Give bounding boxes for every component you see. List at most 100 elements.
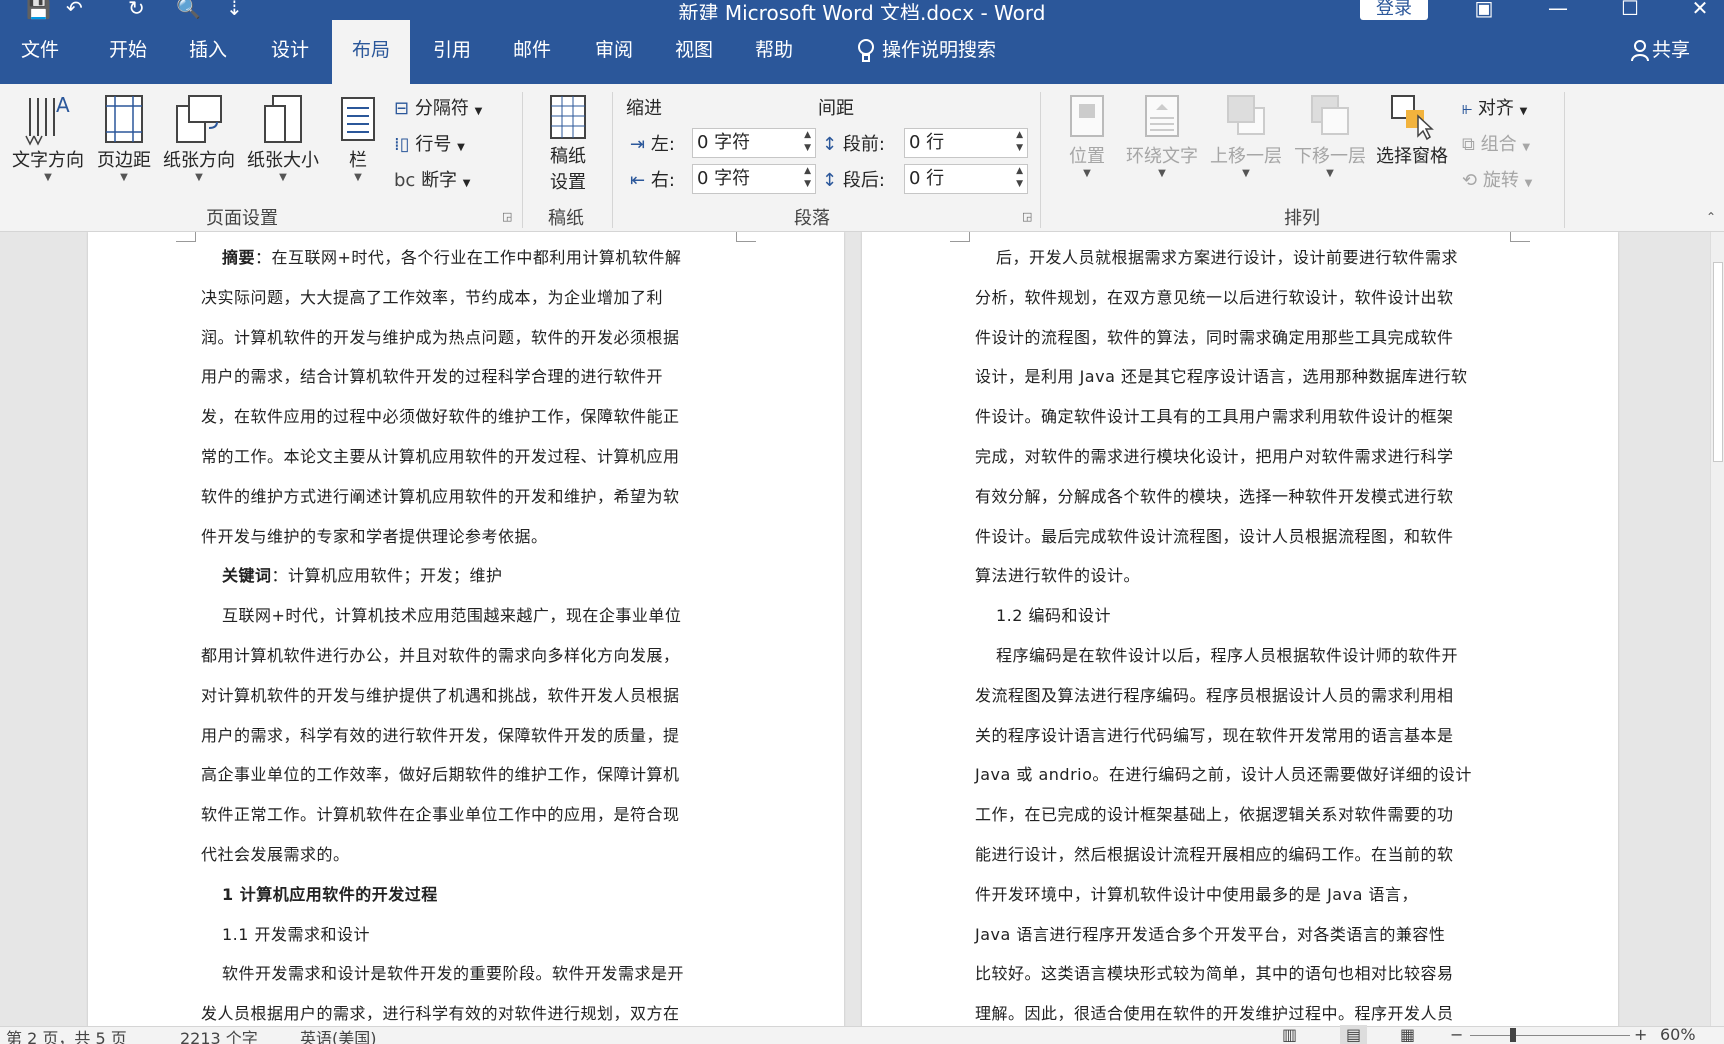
dialog-launcher-icon[interactable]: ◲ <box>1022 210 1032 223</box>
tab-mailings[interactable]: 邮件 <box>492 20 572 84</box>
document-line[interactable]: 关的程序设计语言进行代码编写，现在软件开发常用的语言基本是 <box>975 722 1454 746</box>
maximize-button[interactable]: ☐ <box>1600 0 1660 20</box>
document-page[interactable]: 摘要：在互联网+时代，各个行业在工作中都利用计算机软件解决实际问题，大大提高了工… <box>88 232 844 1026</box>
align-button[interactable]: ⫦ 对齐 ▼ <box>1462 94 1527 120</box>
document-line[interactable]: 软件的维护方式进行阐述计算机应用软件的开发和维护，希望为软 <box>201 483 680 507</box>
document-area[interactable]: 摘要：在互联网+时代，各个行业在工作中都利用计算机软件解决实际问题，大大提高了工… <box>0 232 1710 1026</box>
zoom-slider[interactable] <box>1470 1035 1630 1036</box>
document-line[interactable]: 代社会发展需求的。 <box>201 841 350 865</box>
web-layout-icon[interactable]: ▦ <box>1400 1025 1415 1044</box>
document-line[interactable]: 1.2 编码和设计 <box>996 602 1111 626</box>
document-line[interactable]: 对计算机软件的开发与维护提供了机遇和挑战，软件开发人员根据 <box>201 682 680 706</box>
bring-forward-button[interactable]: 上移一层 ▼ <box>1204 92 1288 179</box>
document-line[interactable]: 用户的需求，结合计算机软件开发的过程科学合理的进行软件开 <box>201 363 663 387</box>
document-line[interactable]: 发流程图及算法进行程序编码。程序员根据设计人员的需求利用相 <box>975 682 1454 706</box>
print-layout-icon[interactable]: ▤ <box>1340 1025 1368 1044</box>
spinner-arrows-icon[interactable]: ▲ ▼ <box>1016 129 1023 155</box>
document-line[interactable]: 发，在软件应用的过程中必须做好软件的维护工作，保障软件能正 <box>201 403 680 427</box>
document-line[interactable]: 软件开发需求和设计是软件开发的重要阶段。软件开发需求是开 <box>222 960 684 984</box>
document-line[interactable]: 后，开发人员就根据需求方案进行设计，设计前要进行软件需求 <box>996 244 1458 268</box>
group-button[interactable]: ⧉ 组合 ▼ <box>1462 130 1530 156</box>
document-line[interactable]: Java 语言进行程序开发适合多个开发平台，对各类语言的兼容性 <box>975 921 1445 945</box>
document-line[interactable]: 都用计算机软件进行办公，并且对软件的需求向多样化方向发展， <box>201 642 680 666</box>
scrollbar-thumb[interactable] <box>1713 262 1723 462</box>
breaks-button[interactable]: ⊟ 分隔符 ▼ <box>394 94 482 120</box>
spinner-arrows-icon[interactable]: ▲ ▼ <box>804 129 811 155</box>
document-line[interactable]: 常的工作。本论文主要从计算机应用软件的开发过程、计算机应用 <box>201 443 680 467</box>
document-line[interactable]: 设计，是利用 Java 还是其它程序设计语言，选用那种数据库进行软 <box>975 363 1467 387</box>
document-line[interactable]: 分析，软件规划，在双方意见统一以后进行软设计，软件设计出软 <box>975 284 1454 308</box>
selection-pane-button[interactable]: 选择窗格 <box>1372 92 1452 168</box>
rotate-button[interactable]: ⟲ 旋转 ▼ <box>1462 166 1532 192</box>
tab-file[interactable]: 文件 <box>0 20 80 84</box>
spacing-after-input[interactable]: 0 行 ▲ ▼ <box>904 164 1028 194</box>
document-line[interactable]: 发人员根据用户的需求，进行科学有效的对软件进行规划，双方在 <box>201 1000 680 1024</box>
margins-button[interactable]: 页边距 ▼ <box>92 92 156 183</box>
document-line[interactable]: 件设计。最后完成软件设计流程图，设计人员根据流程图，和软件 <box>975 523 1454 547</box>
tab-home[interactable]: 开始 <box>88 20 168 84</box>
spinner-arrows-icon[interactable]: ▲ ▼ <box>1016 165 1023 191</box>
document-line[interactable]: 有效分解，分解成各个软件的模块，选择一种软件开发模式进行软 <box>975 483 1454 507</box>
page-count[interactable]: 第 2 页，共 5 页 <box>6 1025 127 1044</box>
spacing-before-input[interactable]: 0 行 ▲ ▼ <box>904 128 1028 158</box>
language-indicator[interactable]: 英语(美国) <box>300 1025 377 1044</box>
tab-references[interactable]: 引用 <box>412 20 492 84</box>
zoom-slider-thumb[interactable] <box>1510 1028 1516 1042</box>
minimize-button[interactable]: — <box>1528 0 1588 20</box>
document-line[interactable]: 1.1 开发需求和设计 <box>222 921 370 945</box>
document-line[interactable]: 工作，在已完成的设计框架基础上，依据逻辑关系对软件需要的功 <box>975 801 1454 825</box>
document-line[interactable]: 润。计算机软件的开发与维护成为热点问题，软件的开发必须根据 <box>201 324 680 348</box>
document-line[interactable]: 理解。因此，很适合使用在软件的开发维护过程中。程序开发人员 <box>975 1000 1454 1024</box>
zoom-level[interactable]: 60% <box>1660 1025 1696 1044</box>
document-line[interactable]: 摘要：在互联网+时代，各个行业在工作中都利用计算机软件解 <box>222 244 681 268</box>
tab-insert[interactable]: 插入 <box>168 20 248 84</box>
hyphenation-button[interactable]: bc 断字 ▼ <box>394 166 471 192</box>
document-line[interactable]: 算法进行软件的设计。 <box>975 562 1140 586</box>
document-line[interactable]: 完成，对软件的需求进行模块化设计，把用户对软件需求进行科学 <box>975 443 1454 467</box>
dialog-launcher-icon[interactable]: ◲ <box>502 210 512 223</box>
indent-left-input[interactable]: 0 字符 ▲ ▼ <box>692 128 816 158</box>
document-line[interactable]: 件设计。确定软件设计工具有的工具用户需求利用软件设计的框架 <box>975 403 1454 427</box>
document-line[interactable]: 程序编码是在软件设计以后，程序人员根据软件设计师的软件开 <box>996 642 1458 666</box>
text-direction-button[interactable]: A 文字方向 ▼ <box>8 92 88 183</box>
document-line[interactable]: 1 计算机应用软件的开发过程 <box>222 881 438 905</box>
wrap-text-button[interactable]: 环绕文字 ▼ <box>1120 92 1204 179</box>
login-button[interactable]: 登录 <box>1360 0 1428 20</box>
word-count[interactable]: 2213 个字 <box>180 1025 258 1044</box>
zoom-in-button[interactable]: + <box>1634 1025 1647 1044</box>
columns-button[interactable]: 栏 ▼ <box>334 92 382 183</box>
tab-layout[interactable]: 布局 <box>332 20 410 84</box>
document-line[interactable]: 用户的需求，科学有效的进行软件开发，保障软件开发的质量，提 <box>201 722 680 746</box>
document-line[interactable]: 软件正常工作。计算机软件在企事业单位工作中的应用，是符合现 <box>201 801 680 825</box>
zoom-out-button[interactable]: − <box>1450 1025 1463 1044</box>
orientation-button[interactable]: 纸张方向 ▼ <box>158 92 240 183</box>
document-line[interactable]: 件设计的流程图，软件的算法，同时需求确定用那些工具完成软件 <box>975 324 1454 348</box>
tab-design[interactable]: 设计 <box>250 20 330 84</box>
close-button[interactable]: ✕ <box>1670 0 1724 20</box>
indent-right-input[interactable]: 0 字符 ▲ ▼ <box>692 164 816 194</box>
share-button[interactable]: 共享 <box>1630 20 1690 84</box>
document-line[interactable]: 能进行设计，然后根据设计流程开展相应的编码工作。在当前的软 <box>975 841 1454 865</box>
vertical-scrollbar[interactable] <box>1710 232 1724 1026</box>
send-backward-button[interactable]: 下移一层 ▼ <box>1288 92 1372 179</box>
line-numbers-button[interactable]: ⁞▯ 行号 ▼ <box>394 130 465 156</box>
read-mode-icon[interactable]: ▥ <box>1282 1025 1297 1044</box>
document-line[interactable]: 件开发与维护的专家和学者提供理论参考依据。 <box>201 523 548 547</box>
document-line[interactable]: 决实际问题，大大提高了工作效率，节约成本，为企业增加了利 <box>201 284 663 308</box>
document-line[interactable]: Java 或 andrio。在进行编码之前，设计人员还需要做好详细的设计 <box>975 761 1472 785</box>
ribbon-display-icon[interactable]: ▣ <box>1454 0 1514 20</box>
spinner-arrows-icon[interactable]: ▲ ▼ <box>804 165 811 191</box>
size-button[interactable]: 纸张大小 ▼ <box>242 92 324 183</box>
collapse-ribbon-icon[interactable]: ⌃ <box>1706 210 1716 224</box>
tell-me-search[interactable]: 操作说明搜索 <box>836 20 1016 84</box>
document-line[interactable]: 高企事业单位的工作效率，做好后期软件的维护工作，保障计算机 <box>201 761 680 785</box>
document-line[interactable]: 比较好。这类语言模块形式较为简单，其中的语句也相对比较容易 <box>975 960 1454 984</box>
tab-help[interactable]: 帮助 <box>734 20 814 84</box>
tab-review[interactable]: 审阅 <box>574 20 654 84</box>
manuscript-settings-button[interactable]: 稿纸 设置 <box>536 92 600 194</box>
document-line[interactable]: 关键词：计算机应用软件；开发；维护 <box>222 562 503 586</box>
tab-view[interactable]: 视图 <box>654 20 734 84</box>
document-line[interactable]: 互联网+时代，计算机技术应用范围越来越广，现在企事业单位 <box>222 602 681 626</box>
document-page[interactable]: 后，开发人员就根据需求方案进行设计，设计前要进行软件需求分析，软件规划，在双方意… <box>862 232 1618 1026</box>
document-line[interactable]: 件开发环境中，计算机软件设计中使用最多的是 Java 语言， <box>975 881 1418 905</box>
